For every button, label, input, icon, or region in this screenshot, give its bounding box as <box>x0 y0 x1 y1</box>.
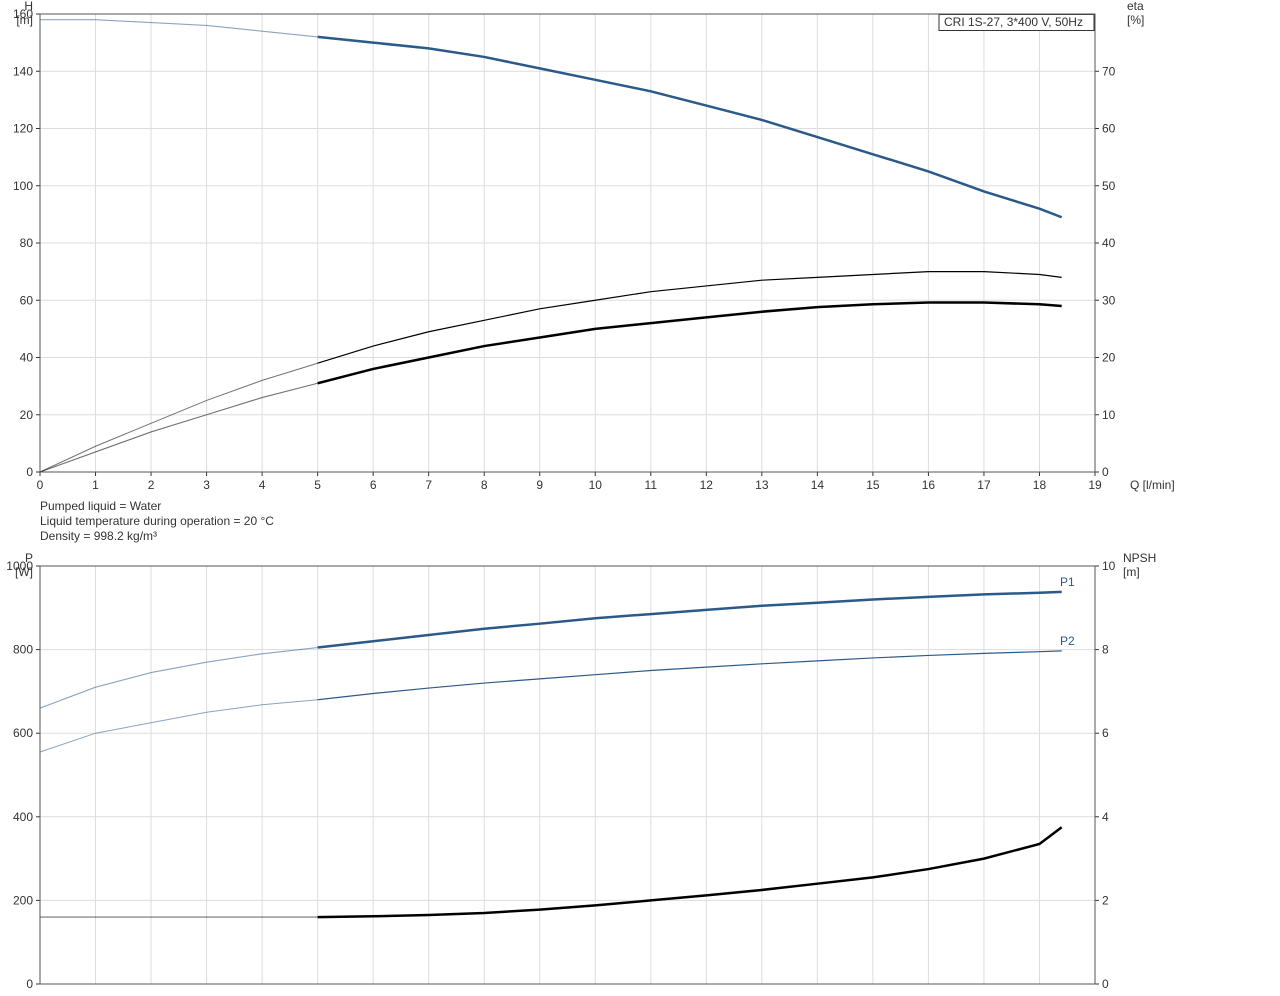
svg-text:3: 3 <box>203 478 210 492</box>
svg-text:5: 5 <box>314 478 321 492</box>
svg-text:16: 16 <box>922 478 936 492</box>
svg-text:18: 18 <box>1033 478 1047 492</box>
svg-text:20: 20 <box>1102 351 1116 365</box>
svg-text:8: 8 <box>1102 643 1109 657</box>
svg-text:7: 7 <box>425 478 432 492</box>
svg-text:12: 12 <box>700 478 714 492</box>
svg-text:120: 120 <box>13 122 33 136</box>
svg-text:40: 40 <box>20 351 34 365</box>
svg-text:10: 10 <box>1102 408 1116 422</box>
svg-text:Density = 998.2 kg/m³: Density = 998.2 kg/m³ <box>40 529 157 543</box>
svg-text:P1: P1 <box>1060 575 1075 589</box>
svg-text:6: 6 <box>370 478 377 492</box>
pump-curve-chart: 020406080100120140160H[m]010203040506070… <box>0 0 1280 996</box>
svg-text:50: 50 <box>1102 179 1116 193</box>
svg-text:2: 2 <box>148 478 155 492</box>
svg-text:80: 80 <box>20 236 34 250</box>
svg-text:CRI 1S-27, 3*400 V, 50Hz: CRI 1S-27, 3*400 V, 50Hz <box>944 15 1083 29</box>
svg-text:Liquid temperature during oper: Liquid temperature during operation = 20… <box>40 514 274 528</box>
svg-text:1: 1 <box>92 478 99 492</box>
svg-text:60: 60 <box>20 293 34 307</box>
svg-text:Pumped liquid = Water: Pumped liquid = Water <box>40 499 161 513</box>
svg-text:0: 0 <box>1102 977 1109 991</box>
svg-text:14: 14 <box>811 478 825 492</box>
svg-text:11: 11 <box>645 478 658 492</box>
svg-text:10: 10 <box>589 478 603 492</box>
svg-text:19: 19 <box>1088 478 1102 492</box>
svg-text:600: 600 <box>13 726 33 740</box>
svg-text:P2: P2 <box>1060 634 1075 648</box>
svg-text:NPSH: NPSH <box>1123 551 1156 565</box>
svg-text:2: 2 <box>1102 893 1109 907</box>
svg-text:10: 10 <box>1102 559 1116 573</box>
svg-text:4: 4 <box>259 478 266 492</box>
svg-text:Q [l/min]: Q [l/min] <box>1130 478 1175 492</box>
svg-text:[W]: [W] <box>15 565 33 579</box>
svg-text:15: 15 <box>866 478 880 492</box>
svg-text:6: 6 <box>1102 726 1109 740</box>
svg-text:[m]: [m] <box>1123 565 1140 579</box>
svg-text:[%]: [%] <box>1127 13 1144 27</box>
svg-text:800: 800 <box>13 643 33 657</box>
svg-text:140: 140 <box>13 64 33 78</box>
svg-text:60: 60 <box>1102 122 1116 136</box>
svg-text:4: 4 <box>1102 810 1109 824</box>
svg-text:17: 17 <box>977 478 991 492</box>
svg-text:H: H <box>24 0 33 13</box>
svg-text:0: 0 <box>37 478 44 492</box>
svg-text:0: 0 <box>1102 465 1109 479</box>
svg-text:0: 0 <box>26 465 33 479</box>
svg-text:8: 8 <box>481 478 488 492</box>
svg-text:70: 70 <box>1102 64 1116 78</box>
svg-text:30: 30 <box>1102 293 1116 307</box>
svg-text:[m]: [m] <box>16 13 33 27</box>
svg-text:13: 13 <box>755 478 769 492</box>
svg-text:9: 9 <box>536 478 543 492</box>
svg-text:20: 20 <box>20 408 34 422</box>
svg-text:400: 400 <box>13 810 33 824</box>
svg-text:0: 0 <box>26 977 33 991</box>
svg-text:200: 200 <box>13 893 33 907</box>
svg-text:P: P <box>25 551 33 565</box>
svg-text:100: 100 <box>13 179 33 193</box>
svg-text:40: 40 <box>1102 236 1116 250</box>
svg-text:eta: eta <box>1127 0 1144 13</box>
